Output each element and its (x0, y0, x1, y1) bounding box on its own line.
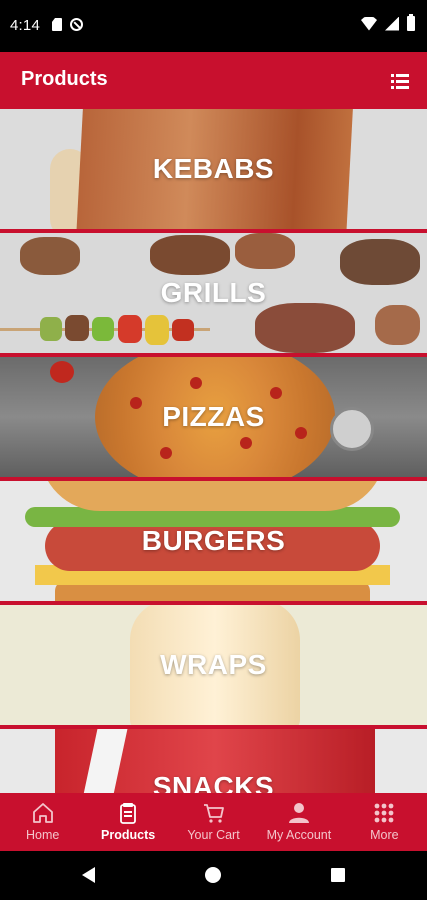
data-saver-icon (70, 18, 83, 31)
category-snacks[interactable]: SNACKS (0, 729, 427, 793)
category-list[interactable]: KEBABS GRILLS PIZZAS BURGERS WRAPS SNACK… (0, 109, 427, 793)
nav-label: Products (101, 828, 156, 842)
nav-label: More (370, 828, 399, 842)
status-time: 4:14 (10, 17, 40, 34)
nav-cart[interactable]: Your Cart (171, 793, 256, 851)
list-icon (391, 73, 413, 77)
system-nav-bar (0, 851, 427, 900)
app-bar: Products (0, 52, 427, 109)
nav-label: My Account (266, 828, 332, 842)
products-icon (120, 803, 137, 824)
sim-card-icon (52, 18, 62, 31)
nav-home[interactable]: Home (0, 793, 85, 851)
list-menu-button[interactable] (391, 70, 413, 92)
recents-icon[interactable] (331, 868, 345, 882)
back-icon[interactable] (82, 867, 95, 883)
category-pizzas[interactable]: PIZZAS (0, 357, 427, 477)
category-label: PIZZAS (162, 401, 265, 432)
status-bar: 4:14 (0, 0, 427, 52)
cart-icon (203, 804, 224, 823)
page-title: Products (21, 68, 108, 90)
category-wraps[interactable]: WRAPS (0, 605, 427, 725)
category-label: WRAPS (160, 649, 267, 680)
home-circle-icon[interactable] (205, 867, 221, 883)
category-label: KEBABS (152, 153, 275, 184)
nav-account[interactable]: My Account (256, 793, 341, 851)
account-icon (288, 803, 309, 823)
status-notifications (52, 18, 83, 31)
nav-label: Your Cart (187, 828, 240, 842)
category-kebabs[interactable]: KEBABS (0, 109, 427, 229)
category-grills[interactable]: GRILLS (0, 233, 427, 353)
category-label: BURGERS (141, 525, 286, 556)
nav-products[interactable]: Products (85, 793, 170, 851)
category-burgers[interactable]: BURGERS (0, 481, 427, 601)
battery-icon (407, 14, 415, 31)
category-label: SNACKS (152, 771, 275, 793)
bottom-nav: Home Products Your Cart My Account More (0, 793, 427, 851)
nav-more[interactable]: More (342, 793, 427, 851)
status-system-icons (361, 14, 415, 31)
signal-icon (385, 16, 399, 31)
home-icon (32, 803, 53, 823)
wifi-icon (361, 16, 377, 31)
grid-icon (374, 803, 394, 823)
category-label: GRILLS (160, 277, 267, 308)
nav-label: Home (26, 828, 60, 842)
